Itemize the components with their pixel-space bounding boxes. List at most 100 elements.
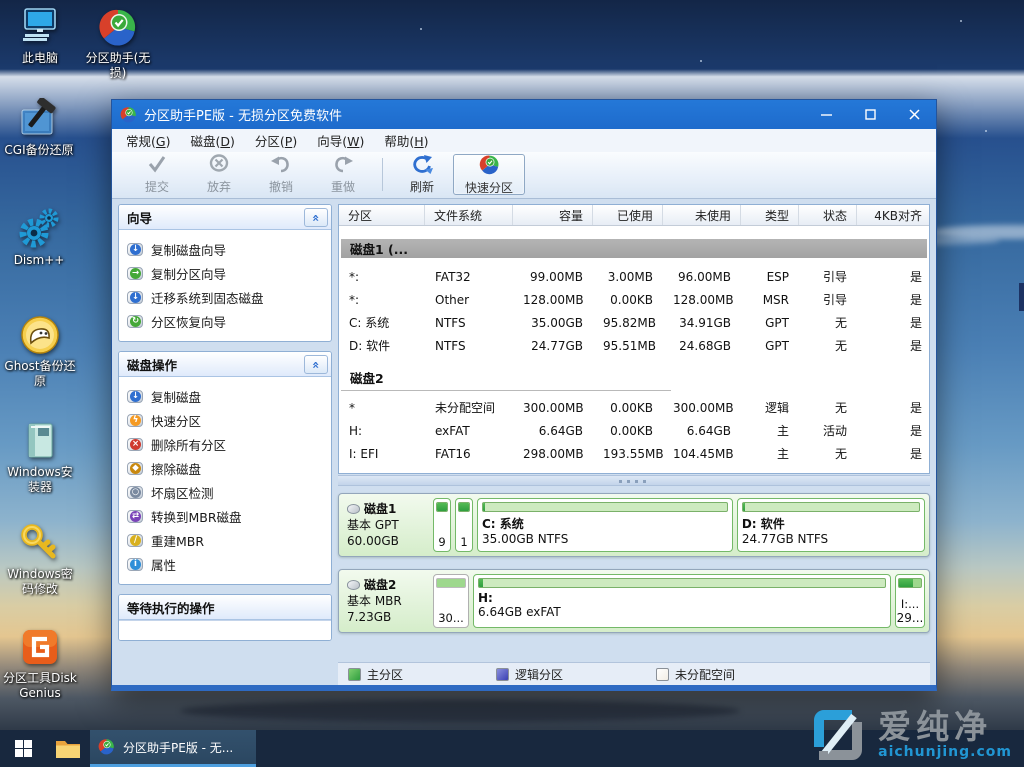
titlebar[interactable]: 分区助手PE版 - 无损分区免费软件 [112, 100, 936, 129]
table-row[interactable]: C: 系统NTFS35.00GB95.82MB34.91GBGPT无是 [339, 311, 929, 334]
table-cell: 300.00MB [663, 401, 741, 415]
disk-name: 磁盘1 [347, 501, 429, 517]
taskbar-app-icon [98, 738, 116, 756]
table-row[interactable]: D: 软件NTFS24.77GB95.51MB24.68GBGPT无是 [339, 334, 929, 357]
partition-block[interactable]: I:...29... [895, 574, 925, 628]
menu-item[interactable]: 帮助(H) [374, 129, 438, 152]
disk-icon [347, 504, 360, 514]
column-header[interactable]: 状态 [799, 205, 857, 225]
column-header[interactable]: 4KB对齐 [857, 205, 930, 225]
table-cell: 95.82MB [593, 316, 663, 330]
disk-group-row[interactable]: 磁盘1 (... [341, 239, 927, 258]
toolbar-button-undo[interactable]: 撤销 [250, 154, 312, 195]
desktop-icon-gears[interactable]: Dism++ [6, 208, 72, 268]
table-cell: 是 [857, 422, 929, 439]
sidebar-item[interactable]: →复制分区向导 [127, 261, 327, 285]
sidebar-item-label: 复制磁盘 [151, 387, 201, 406]
toolbar-button-label: 撤销 [269, 178, 293, 195]
table-cell: 未分配空间 [425, 399, 513, 416]
table-cell: H: [339, 424, 425, 438]
toolbar-button-refresh[interactable]: 刷新 [391, 154, 453, 195]
table-cell: 95.51MB [593, 339, 663, 353]
toolbar-button-pie[interactable]: 快速分区 [453, 154, 525, 195]
partition-block[interactable]: C: 系统35.00GB NTFS [477, 498, 733, 552]
close-button[interactable] [892, 100, 936, 129]
desktop-icon-pie[interactable]: 分区助手(无损) [82, 6, 154, 81]
cgi-icon [18, 98, 60, 140]
table-row[interactable]: *:FAT3299.00MB3.00MB96.00MBESP引导是 [339, 265, 929, 288]
legend-bar: 主分区逻辑分区未分配空间 [338, 662, 930, 685]
sidebar-item[interactable]: ↓复制磁盘 [127, 384, 327, 408]
table-cell: 主 [741, 422, 799, 439]
rebuild-icon: / [127, 534, 143, 547]
column-header[interactable]: 已使用 [593, 205, 663, 225]
sidebar-item[interactable]: ○坏扇区检测 [127, 480, 327, 504]
desktop-icon-key[interactable]: Windows密码修改 [4, 522, 76, 597]
disk-label: 磁盘1 基本 GPT60.00GB [343, 498, 429, 552]
sidebar-item-label: 复制分区向导 [151, 264, 226, 283]
menu-item[interactable]: 向导(W) [307, 129, 374, 152]
disk-box-2[interactable]: 磁盘2 基本 MBR7.23GB30...H:6.64GB exFATI:...… [338, 569, 930, 633]
menu-item[interactable]: 分区(P) [245, 129, 307, 152]
table-cell: FAT32 [425, 270, 513, 284]
sidebar-item[interactable]: i属性 [127, 552, 327, 576]
app-window: 分区助手PE版 - 无损分区免费软件 常规(G)磁盘(D)分区(P)向导(W)帮… [111, 99, 937, 691]
table-row[interactable]: H:exFAT6.64GB0.00KB6.64GB主活动是 [339, 419, 929, 442]
toolbar-button-check[interactable]: 提交 [126, 154, 188, 195]
column-header[interactable]: 未使用 [663, 205, 741, 225]
sidebar-item[interactable]: ⇄转换到MBR磁盘 [127, 504, 327, 528]
minimize-button[interactable] [804, 100, 848, 129]
wallpaper-edge-mark [1019, 283, 1024, 311]
desktop-icon-dg[interactable]: 分区工具DiskGenius [0, 626, 80, 701]
sidebar-item[interactable]: ×删除所有分区 [127, 432, 327, 456]
partition-block[interactable]: 9 [433, 498, 451, 552]
content-area: 分区文件系统容量已使用未使用类型状态4KB对齐 磁盘1 (... *:FAT329… [338, 204, 930, 685]
info-icon: i [127, 558, 143, 571]
desktop-icon-cgi[interactable]: CGI备份还原 [0, 98, 78, 158]
collapse-chevron-icon[interactable]: « [304, 208, 328, 227]
menu-item[interactable]: 磁盘(D) [180, 129, 244, 152]
partition-block[interactable]: 30... [433, 574, 469, 628]
partition-block[interactable]: H:6.64GB exFAT [473, 574, 891, 628]
table-cell: 活动 [799, 422, 857, 439]
file-explorer-button[interactable] [46, 730, 90, 767]
disk-scheme: 基本 GPT [347, 517, 429, 533]
disk-group-row[interactable]: 磁盘2 [341, 368, 671, 391]
table-row[interactable]: *未分配空间300.00MB0.00KB300.00MB逻辑无是 [339, 396, 929, 419]
table-row[interactable]: *:Other128.00MB0.00KB128.00MBMSR引导是 [339, 288, 929, 311]
sidebar-item[interactable]: ↻分区恢复向导 [127, 309, 327, 333]
sidebar-item[interactable]: ϟ快速分区 [127, 408, 327, 432]
table-cell: 是 [857, 291, 929, 308]
toolbar-separator [382, 158, 383, 191]
partition-block[interactable]: D: 软件24.77GB NTFS [737, 498, 925, 552]
desktop-icon-label: Windows安装器 [4, 465, 76, 495]
table-row[interactable]: I: EFIFAT16298.00MB193.55MB104.45MB主无是 [339, 442, 929, 465]
sidebar-item[interactable]: /重建MBR [127, 528, 327, 552]
splitter-handle[interactable] [338, 475, 930, 486]
maximize-button[interactable] [848, 100, 892, 129]
pie-icon [479, 154, 500, 178]
desktop-icon-this-pc[interactable]: 此电脑 [8, 6, 72, 66]
menu-item[interactable]: 常规(G) [116, 129, 180, 152]
sidebar-item[interactable]: ◆擦除磁盘 [127, 456, 327, 480]
desktop-icon-ghost[interactable]: Ghost备份还原 [4, 314, 76, 389]
toolbar-button-discard[interactable]: 放弃 [188, 154, 250, 195]
disk-box-1[interactable]: 磁盘1 基本 GPT60.00GB91C: 系统35.00GB NTFSD: 软… [338, 493, 930, 557]
partition-block[interactable]: 1 [455, 498, 473, 552]
start-button[interactable] [0, 730, 46, 767]
taskbar-app-button[interactable]: 分区助手PE版 - 无... [90, 730, 256, 767]
column-header[interactable]: 类型 [741, 205, 799, 225]
disk-name: 磁盘2 [347, 577, 429, 593]
toolbar-button-redo[interactable]: 重做 [312, 154, 374, 195]
collapse-chevron-icon[interactable]: « [304, 355, 328, 374]
main-area: 向导«↓复制磁盘向导→复制分区向导↓迁移系统到固态磁盘↻分区恢复向导磁盘操作«↓… [112, 199, 936, 685]
app-icon [120, 106, 137, 123]
column-header[interactable]: 分区 [339, 205, 425, 225]
usage-fill [743, 503, 745, 511]
column-header[interactable]: 文件系统 [425, 205, 513, 225]
column-header[interactable]: 容量 [513, 205, 593, 225]
usage-strip [742, 502, 920, 512]
desktop-icon-installer[interactable]: Windows安装器 [4, 420, 76, 495]
sidebar-item[interactable]: ↓复制磁盘向导 [127, 237, 327, 261]
sidebar-item[interactable]: ↓迁移系统到固态磁盘 [127, 285, 327, 309]
